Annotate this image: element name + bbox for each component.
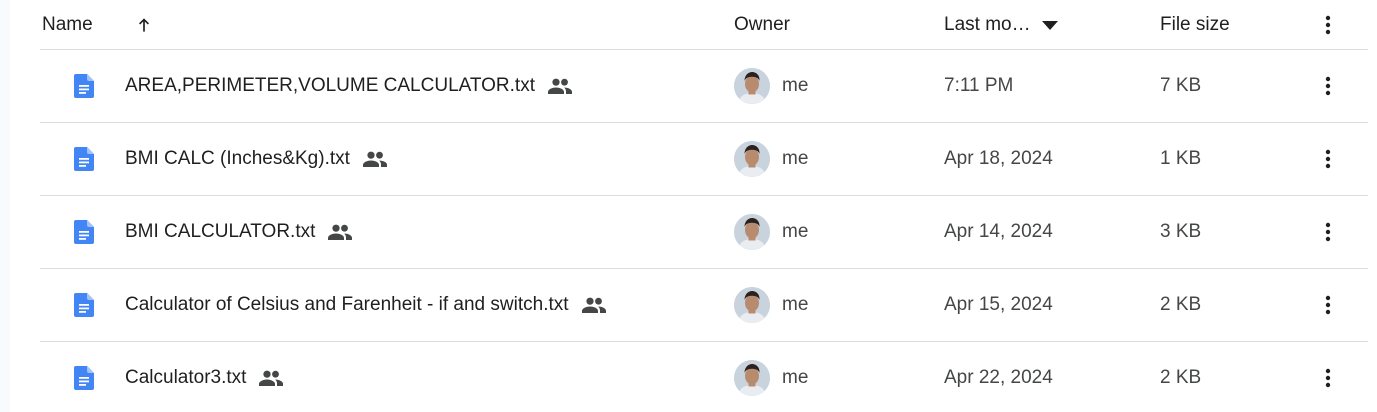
file-name[interactable]: BMI CALCULATOR.txt — [125, 196, 353, 268]
table-row[interactable]: Calculator3.txt me Apr 22, 2024 2 KB — [40, 342, 1368, 412]
table-row[interactable]: AREA,PERIMETER,VOLUME CALCULATOR.txt me … — [40, 50, 1368, 123]
last-modified-date: Apr 18, 2024 — [944, 148, 1053, 169]
file-size: 1 KB — [1160, 148, 1202, 169]
last-modified-date: Apr 15, 2024 — [944, 294, 1053, 315]
column-header-last-modified[interactable]: Last mo… — [944, 0, 1059, 49]
avatar[interactable] — [734, 287, 770, 323]
owner-name: me — [782, 221, 809, 242]
owner-cell: me — [734, 196, 808, 268]
table-row[interactable]: BMI CALCULATOR.txt me Apr 14, 2024 3 KB — [40, 196, 1368, 269]
table-row[interactable]: BMI CALC (Inches&Kg).txt me Apr 18, 2024… — [40, 123, 1368, 196]
more-vert-icon[interactable] — [1316, 123, 1340, 195]
last-modified-date: Apr 14, 2024 — [944, 221, 1053, 242]
owner-cell: me — [734, 123, 808, 195]
shared-people-icon — [547, 78, 573, 94]
table-header: Name Owner Last mo… File size — [40, 0, 1368, 50]
column-header-file-size[interactable]: File size — [1160, 0, 1230, 49]
file-name[interactable]: BMI CALC (Inches&Kg).txt — [125, 123, 388, 195]
shared-people-icon — [362, 151, 388, 167]
owner-name: me — [782, 294, 809, 315]
file-size: 3 KB — [1160, 221, 1202, 242]
column-header-name[interactable]: Name — [42, 0, 93, 49]
more-vert-icon[interactable] — [1316, 0, 1340, 49]
last-modified-date: Apr 22, 2024 — [944, 367, 1053, 388]
table-row[interactable]: Calculator of Celsius and Farenheit - if… — [40, 269, 1368, 342]
text-document-icon — [70, 269, 98, 341]
more-vert-icon[interactable] — [1316, 50, 1340, 122]
file-name[interactable]: AREA,PERIMETER,VOLUME CALCULATOR.txt — [125, 50, 573, 122]
owner-cell: me — [734, 50, 808, 122]
file-name[interactable]: Calculator3.txt — [125, 342, 284, 412]
file-size: 2 KB — [1160, 294, 1202, 315]
owner-name: me — [782, 75, 809, 96]
caret-down-icon — [1041, 20, 1058, 30]
text-document-icon — [70, 123, 98, 195]
shared-people-icon — [258, 370, 284, 386]
shared-people-icon — [327, 224, 353, 240]
file-size: 2 KB — [1160, 367, 1202, 388]
file-name[interactable]: Calculator of Celsius and Farenheit - if… — [125, 269, 607, 341]
avatar[interactable] — [734, 360, 770, 396]
more-vert-icon[interactable] — [1316, 269, 1340, 341]
text-document-icon — [70, 342, 98, 412]
avatar[interactable] — [734, 68, 770, 104]
owner-name: me — [782, 148, 809, 169]
owner-name: me — [782, 367, 809, 388]
more-vert-icon[interactable] — [1316, 342, 1340, 412]
last-modified-label: Last mo… — [944, 13, 1031, 35]
owner-cell: me — [734, 269, 808, 341]
column-header-owner[interactable]: Owner — [734, 0, 790, 49]
last-modified-date: 7:11 PM — [944, 75, 1014, 96]
left-sidebar-edge — [0, 0, 10, 412]
file-list-page: Name Owner Last mo… File size AREA,PERIM… — [0, 0, 1377, 412]
text-document-icon — [70, 196, 98, 268]
text-document-icon — [70, 50, 98, 122]
arrow-up-icon[interactable] — [132, 0, 156, 49]
file-size: 7 KB — [1160, 75, 1202, 96]
file-table: Name Owner Last mo… File size AREA,PERIM… — [40, 0, 1368, 412]
avatar[interactable] — [734, 214, 770, 250]
avatar[interactable] — [734, 141, 770, 177]
more-vert-icon[interactable] — [1316, 196, 1340, 268]
owner-cell: me — [734, 342, 808, 412]
shared-people-icon — [581, 297, 607, 313]
